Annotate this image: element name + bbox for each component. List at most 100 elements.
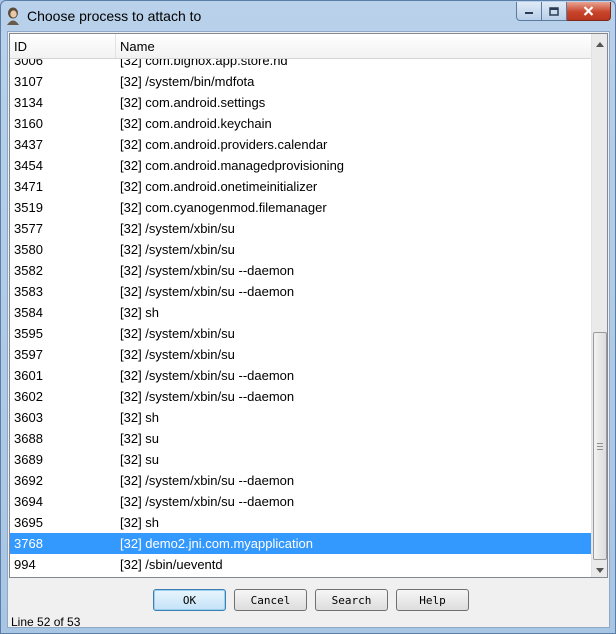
maximize-button[interactable]	[542, 2, 567, 21]
cell-name: [32] com.cyanogenmod.filemanager	[120, 200, 327, 215]
cell-name: [32] /system/bin/mdfota	[120, 74, 255, 89]
cell-name: [32] /system/xbin/su --daemon	[120, 284, 295, 299]
process-list[interactable]: ID Name 3006 [32] com.bignox.app.store.hd…	[9, 33, 608, 578]
cell-name: [32] /system/xbin/su --daemon	[120, 494, 295, 509]
scroll-thumb[interactable]	[593, 332, 607, 560]
minimize-icon	[524, 7, 534, 15]
chevron-down-icon	[596, 561, 604, 576]
cell-name: [32] su	[120, 431, 160, 446]
table-row[interactable]: 3134 [32] com.android.settings	[10, 92, 591, 113]
list-rows: 3006 [32] com.bignox.app.store.hd 3107 [32]…	[10, 59, 591, 577]
cell-name: [32] sh	[120, 410, 160, 425]
cell-id: 3768	[14, 536, 43, 551]
search-button[interactable]: Search	[315, 589, 388, 611]
cell-name: [32] su	[120, 452, 160, 467]
cell-id: 3597	[14, 347, 43, 362]
cell-name: [32] /sbin/ueventd	[120, 557, 223, 572]
cell-id: 3454	[14, 158, 43, 173]
cell-id: 3519	[14, 200, 43, 215]
maximize-icon	[549, 6, 559, 16]
person-icon	[5, 7, 21, 25]
table-row[interactable]: 3160 [32] com.android.keychain	[10, 113, 591, 134]
cell-name: [32] com.android.keychain	[120, 116, 272, 131]
cell-id: 3688	[14, 431, 43, 446]
grip-icon	[597, 442, 603, 450]
table-row[interactable]: 3006 [32] com.bignox.app.store.hd	[10, 59, 591, 71]
table-row[interactable]: 3582 [32] /system/xbin/su --daemon	[10, 260, 591, 281]
table-row[interactable]: 3603 [32] sh	[10, 407, 591, 428]
table-row[interactable]: 3695 [32] sh	[10, 512, 591, 533]
cell-id: 994	[14, 557, 36, 572]
table-row[interactable]: 3688 [32] su	[10, 428, 591, 449]
list-rows-inner: 3006 [32] com.bignox.app.store.hd 3107 [32]…	[10, 59, 591, 575]
cell-name: [32] /system/xbin/su --daemon	[120, 473, 295, 488]
cell-name: [32] com.bignox.app.store.hd	[120, 59, 288, 68]
table-row[interactable]: 994 [32] /sbin/ueventd	[10, 554, 591, 575]
dialog-client: ID Name 3006 [32] com.bignox.app.store.hd…	[7, 31, 610, 629]
chevron-up-icon	[596, 35, 604, 50]
cell-id: 3694	[14, 494, 43, 509]
status-text: Line 52 of 53	[11, 615, 81, 629]
minimize-button[interactable]	[516, 2, 542, 21]
table-row[interactable]: 3107 [32] /system/bin/mdfota	[10, 71, 591, 92]
ok-button[interactable]: OK	[153, 589, 226, 611]
table-row[interactable]: 3602 [32] /system/xbin/su --daemon	[10, 386, 591, 407]
column-header-name[interactable]: Name	[116, 34, 591, 58]
cell-name: [32] /system/xbin/su	[120, 347, 235, 362]
cell-id: 3595	[14, 326, 43, 341]
cell-id: 3601	[14, 368, 43, 383]
table-row[interactable]: 3580 [32] /system/xbin/su	[10, 239, 591, 260]
table-row[interactable]: 3689 [32] su	[10, 449, 591, 470]
window-title: Choose process to attach to	[27, 8, 202, 24]
cell-name: [32] /system/xbin/su --daemon	[120, 368, 295, 383]
cell-name: [32] /system/xbin/su --daemon	[120, 389, 295, 404]
close-icon	[583, 6, 594, 16]
table-row[interactable]: 3583 [32] /system/xbin/su --daemon	[10, 281, 591, 302]
column-header-id[interactable]: ID	[10, 34, 116, 58]
cell-id: 3134	[14, 95, 43, 110]
cell-name: [32] sh	[120, 305, 160, 320]
cell-name: [32] /system/xbin/su --daemon	[120, 263, 295, 278]
table-row[interactable]: 3597 [32] /system/xbin/su	[10, 344, 591, 365]
close-button[interactable]	[567, 2, 611, 21]
table-row-selected[interactable]: 3768 [32] demo2.jni.com.myapplication	[10, 533, 591, 554]
table-row[interactable]: 3692 [32] /system/xbin/su --daemon	[10, 470, 591, 491]
cell-id: 3577	[14, 221, 43, 236]
table-row[interactable]: 3694 [32] /system/xbin/su --daemon	[10, 491, 591, 512]
cell-id: 3160	[14, 116, 43, 131]
cell-name: [32] /system/xbin/su	[120, 242, 235, 257]
vertical-scrollbar[interactable]	[591, 34, 607, 577]
cell-id: 3582	[14, 263, 43, 278]
list-header: ID Name	[10, 34, 591, 59]
cell-id: 3689	[14, 452, 43, 467]
cancel-button[interactable]: Cancel	[234, 589, 307, 611]
table-row[interactable]: 3471 [32] com.android.onetimeinitializer	[10, 176, 591, 197]
cell-id: 3695	[14, 515, 43, 530]
cell-name: [32] com.android.settings	[120, 95, 266, 110]
table-row[interactable]: 3584 [32] sh	[10, 302, 591, 323]
table-row[interactable]: 3454 [32] com.android.managedprovisioning	[10, 155, 591, 176]
cell-id: 3602	[14, 389, 43, 404]
cell-name: [32] /system/xbin/su	[120, 326, 235, 341]
cell-id: 3603	[14, 410, 43, 425]
cell-id: 3107	[14, 74, 43, 89]
dialog-window: Choose process to attach to ID Name 3006…	[0, 0, 616, 634]
table-row[interactable]: 3595 [32] /system/xbin/su	[10, 323, 591, 344]
cell-id: 3583	[14, 284, 43, 299]
button-bar: OK Cancel Search Help	[8, 585, 609, 613]
cell-id: 3437	[14, 137, 43, 152]
cell-name: [32] sh	[120, 515, 160, 530]
cell-id: 3471	[14, 179, 43, 194]
table-row[interactable]: 3577 [32] /system/xbin/su	[10, 218, 591, 239]
scroll-up-button[interactable]	[592, 34, 607, 51]
caption-buttons	[516, 2, 611, 22]
cell-id: 3692	[14, 473, 43, 488]
table-row[interactable]: 3437 [32] com.android.providers.calendar	[10, 134, 591, 155]
scroll-down-button[interactable]	[592, 560, 607, 577]
table-row[interactable]: 3601 [32] /system/xbin/su --daemon	[10, 365, 591, 386]
help-button[interactable]: Help	[396, 589, 469, 611]
cell-name: [32] com.android.providers.calendar	[120, 137, 328, 152]
table-row[interactable]: 3519 [32] com.cyanogenmod.filemanager	[10, 197, 591, 218]
title-bar[interactable]: Choose process to attach to	[1, 1, 615, 31]
cell-id: 3580	[14, 242, 43, 257]
